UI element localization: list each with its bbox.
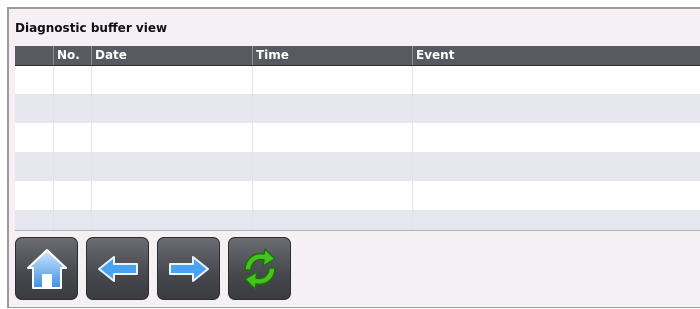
column-header-event[interactable]: Event: [412, 46, 700, 65]
table-header: No. Date Time Event: [15, 46, 700, 66]
arrow-left-icon: [97, 255, 138, 282]
table-row[interactable]: [15, 123, 700, 152]
arrow-right-icon: [168, 255, 209, 282]
column-divider: [53, 65, 54, 230]
table-row[interactable]: [15, 65, 700, 94]
diagnostic-buffer-table[interactable]: No. Date Time Event: [15, 46, 700, 231]
column-header-date[interactable]: Date: [91, 46, 252, 65]
table-row[interactable]: [15, 94, 700, 123]
refresh-button[interactable]: [228, 237, 291, 300]
column-header-time[interactable]: Time: [252, 46, 412, 65]
column-divider: [252, 65, 253, 230]
column-header-number[interactable]: No.: [53, 46, 91, 65]
table-row[interactable]: [15, 152, 700, 181]
table-row[interactable]: [15, 210, 700, 230]
column-header-select[interactable]: [15, 46, 53, 65]
column-divider: [412, 65, 413, 230]
refresh-icon: [243, 247, 276, 290]
column-divider: [91, 65, 92, 230]
diagnostic-buffer-window: Diagnostic buffer view No. Date Time Eve…: [7, 7, 700, 308]
next-button[interactable]: [157, 237, 220, 300]
table-row[interactable]: [15, 181, 700, 210]
page-title: Diagnostic buffer view: [15, 21, 168, 35]
home-icon: [26, 248, 67, 289]
previous-button[interactable]: [86, 237, 149, 300]
home-button[interactable]: [15, 237, 78, 300]
